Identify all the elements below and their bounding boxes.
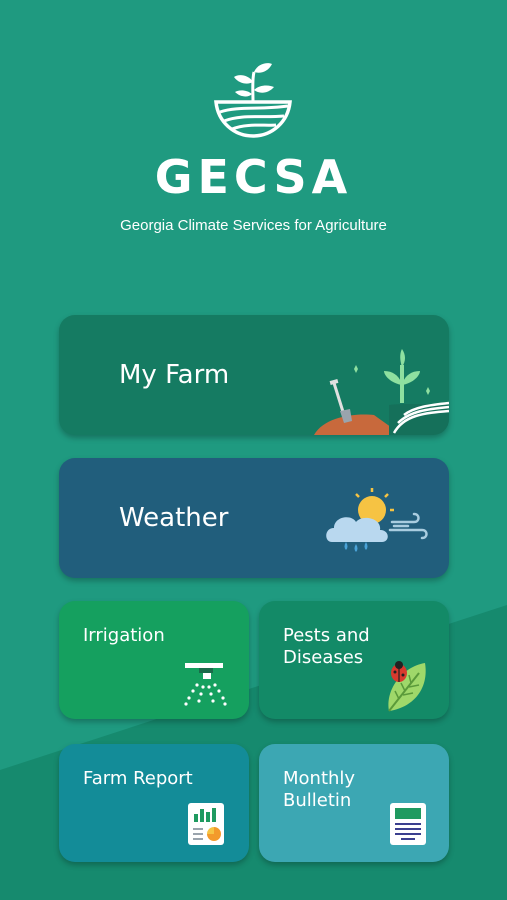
app-subtitle: Georgia Climate Services for Agriculture	[120, 217, 387, 234]
weather-button[interactable]: Weather	[59, 458, 449, 578]
pests-diseases-button[interactable]: Pests and Diseases	[259, 601, 449, 719]
bulletin-document-icon	[390, 803, 426, 845]
my-farm-button[interactable]: My Farm	[59, 315, 449, 435]
my-farm-label: My Farm	[119, 360, 230, 390]
irrigation-button[interactable]: Irrigation	[59, 601, 249, 719]
report-chart-icon	[188, 803, 224, 845]
irrigation-label: Irrigation	[83, 625, 165, 646]
app-title: GECSA	[154, 150, 353, 204]
monthly-bulletin-button[interactable]: Monthly Bulletin	[259, 744, 449, 862]
ladybug-leaf-icon	[388, 661, 426, 712]
weather-label: Weather	[119, 503, 229, 533]
farm-report-button[interactable]: Farm Report	[59, 744, 249, 862]
farm-report-label: Farm Report	[83, 768, 193, 789]
sun-cloud-rain-icon	[326, 488, 428, 552]
gecsa-logo-icon	[214, 63, 292, 138]
plant-shovel-icon	[314, 349, 449, 435]
sprinkler-icon	[184, 663, 227, 706]
